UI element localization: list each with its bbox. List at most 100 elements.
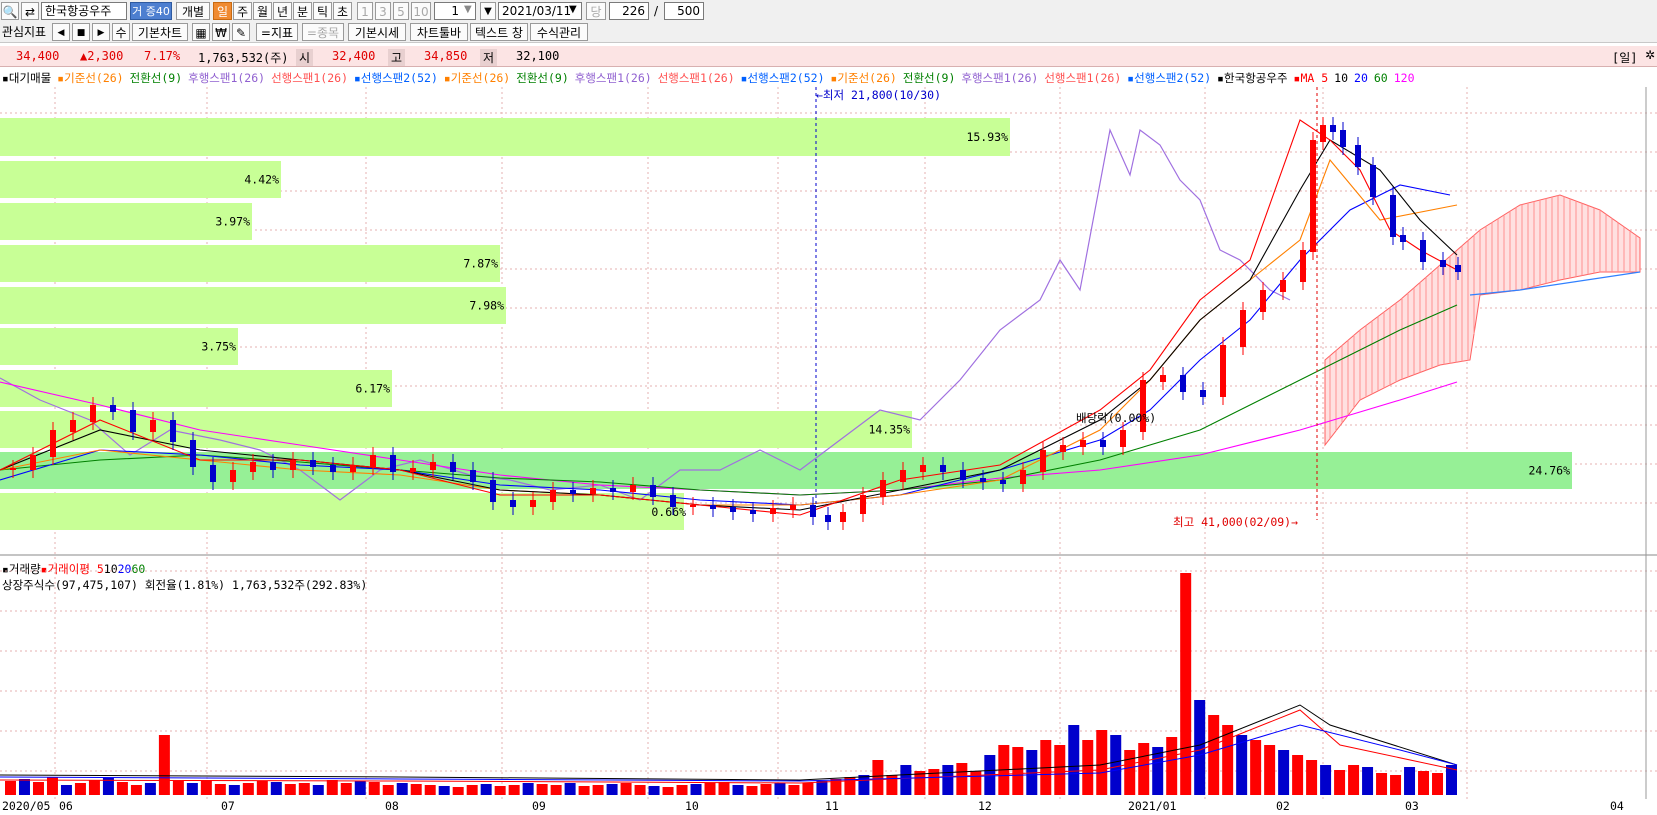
current-price: 34,400 [16,49,60,63]
volume-bar-18 [256,781,268,795]
n5-button[interactable]: 5 [393,2,409,20]
candle-body-4 [90,405,96,422]
individual-button[interactable]: 개별 [176,2,210,20]
stock-name-field[interactable]: 한국항공우주 [41,2,127,20]
period-second-button[interactable]: 초 [333,2,352,20]
volume-profile-label-9: 0.66% [651,505,686,519]
candle-body-30 [610,488,616,492]
volume-bar-94 [1320,765,1332,795]
volume-bar-42 [592,785,604,795]
volume-bar-0 [5,781,16,795]
volume-bar-14 [200,780,212,795]
period-month-button[interactable]: 월 [253,2,272,20]
change-rate: 7.17% [144,49,181,63]
pen-icon[interactable]: ✎ [232,23,250,41]
candle-body-22 [450,462,456,472]
watch-indicator-button[interactable]: 관심지표 [0,23,48,41]
legend-item-10: ▪선행스팬2(52) [740,71,825,85]
candle-body-1 [30,455,36,470]
candle-body-65 [1300,250,1306,282]
chevron-down-icon[interactable]: ▼ [464,4,472,15]
settings-icon[interactable]: ✲ [1645,48,1655,62]
candle-body-17 [350,465,356,472]
candle-body-24 [490,480,496,502]
volume-bar-39 [550,785,562,795]
high-annotation: 최고 41,000(02/09)→ [1173,515,1299,529]
x-tick-label-7: 12 [978,799,992,813]
stock-badge: 거 증40 [130,2,172,20]
candle-body-14 [290,460,296,470]
volume-bar-46 [648,786,660,795]
stop-button[interactable]: ■ [72,23,90,41]
volume-bar-22 [312,785,324,795]
volume-bar-96 [1348,765,1360,795]
high-value: 34,850 [424,49,468,63]
n10-button[interactable]: 10 [411,2,431,20]
volume-profile-label-8: 24.76% [1528,464,1570,478]
candle-body-10 [210,465,216,482]
legend-item-12: 전환선(9) [902,71,956,85]
total-field[interactable]: 500 [664,2,704,20]
legend-item-4: 선행스팬1(26) [271,71,348,85]
period-minute-button[interactable]: 분 [293,2,312,20]
volume-bar-17 [242,783,254,795]
period-week-button[interactable]: 주 [233,2,252,20]
candle-body-52 [1040,450,1046,472]
formula-mgmt-button[interactable]: 수식관리 [530,23,588,41]
volume-bar-37 [522,783,534,795]
period-year-button[interactable]: 년 [273,2,292,20]
basic-quote-button[interactable]: 기본시세 [348,23,406,41]
basic-chart-button[interactable]: 기본차트 [132,23,188,41]
candle-body-54 [1080,440,1086,447]
stock-chart[interactable]: 15.93% 4.42% 3.97% 7.87% 7.98% 3.75% 6.17% 14.3… [0,87,1657,799]
chart-toolbar-button[interactable]: 차트툴바 [410,23,468,41]
candle-body-13 [270,462,276,470]
volume-bar-89 [1250,740,1262,795]
top-toolbar: 🔍 ⇄ 한국항공우주 거 증40 개별 일 주 월 년 분 틱 초 1 3 5 … [0,0,1657,23]
low-annotation: ←최저 21,800(10/30) [816,88,942,102]
refresh-icon[interactable]: ⇄ [21,2,39,20]
current-button[interactable]: 당 [586,2,606,20]
volume-bar-95 [1334,770,1346,795]
n3-button[interactable]: 3 [375,2,391,20]
volume-bar-84 [1180,573,1192,795]
volume-bar-80 [1124,750,1136,795]
volume-bar-32 [452,787,464,795]
volume-bar-56 [788,785,800,795]
volume-bar-43 [606,784,618,795]
won-icon[interactable]: ₩ [212,23,230,41]
volume-bar-92 [1292,755,1304,795]
price-legend: ▪대기매물 ▪기준선(26) 전환선(9) 후행스팬1(26) 선행스팬1(26) ▪선행… [2,70,1502,86]
search-icon[interactable]: 🔍 [1,2,19,20]
candle-body-72 [1390,195,1396,237]
price-info-bar: 34,400 ▲2,300 7.17% 1,763,532(주) 시 32,40… [0,46,1657,67]
volume-bar-69 [970,771,982,795]
legend-item-14: 선행스팬1(26) [1044,71,1122,85]
candle-body-21 [430,462,436,470]
stock-button[interactable]: =종목 [302,23,344,41]
su-button[interactable]: 수 [112,23,130,41]
text-window-button[interactable]: 텍스트 창 [470,23,528,41]
next-button[interactable]: ▶ [92,23,110,41]
volume-profile-bar-3 [0,245,500,282]
volume-profile-label-5: 3.75% [201,340,236,354]
grid-icon[interactable]: ▦ [192,23,210,41]
candle-body-70 [1355,145,1361,167]
candle-body-31 [630,485,636,492]
period-tick-button[interactable]: 틱 [313,2,332,20]
volume-bar-58 [816,781,828,795]
date-dropdown-icon[interactable]: ▼ [569,4,577,15]
count-field[interactable]: 226 [609,2,649,20]
prev-button[interactable]: ◀ [52,23,70,41]
x-tick-label-4: 09 [532,799,546,813]
period-day-button[interactable]: 일 [213,2,232,20]
volume-bar-45 [634,785,646,795]
x-tick-label-1: 06 [59,799,73,813]
candle-body-46 [920,465,926,472]
n1-button[interactable]: 1 [357,2,373,20]
dropdown-arrow-icon[interactable]: ▼ [480,2,496,20]
legend-item-3: 후행스팬1(26) [188,71,266,85]
candle-body-59 [1180,375,1186,392]
indicator-button[interactable]: =지표 [256,23,298,41]
volume-bar-31 [438,786,450,795]
